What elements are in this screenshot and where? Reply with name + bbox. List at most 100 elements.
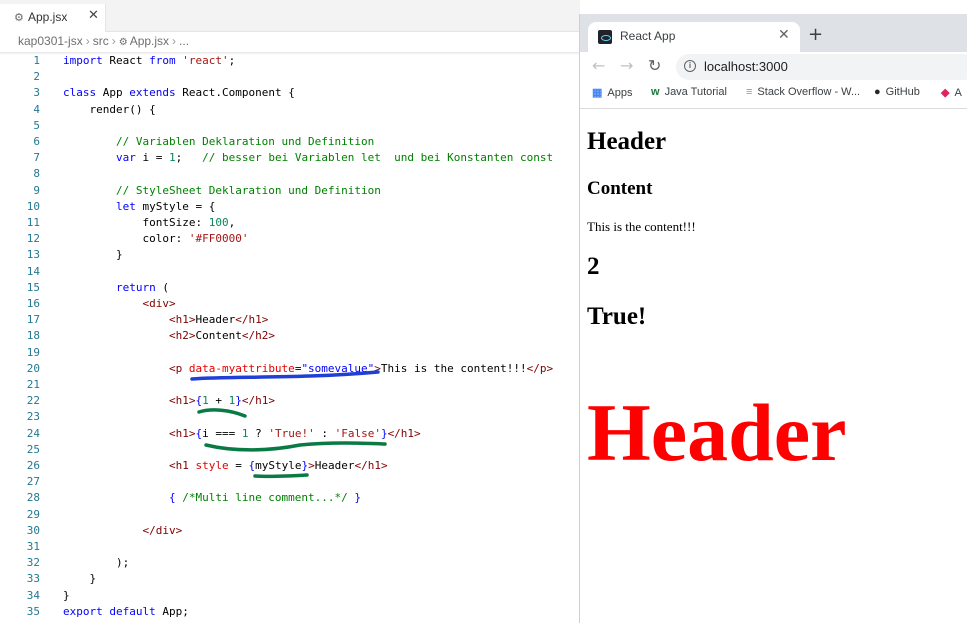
code-line[interactable]: 5 bbox=[0, 118, 580, 134]
gear-icon: ⚙ bbox=[118, 37, 128, 48]
code-line[interactable]: 13 } bbox=[0, 247, 580, 263]
new-tab-button[interactable]: + bbox=[808, 24, 823, 45]
line-number: 18 bbox=[26, 329, 40, 343]
code-line[interactable]: 23 bbox=[0, 409, 580, 425]
code-editor[interactable]: ⚙ App.jsx ✕ kap0301-jsx › src › ⚙ App.jsx ›...… bbox=[0, 0, 580, 623]
editor-tab-bar: ⚙ App.jsx ✕ bbox=[0, 4, 580, 32]
apps-grid-icon: ▦ bbox=[592, 87, 603, 99]
code-line[interactable]: 29 bbox=[0, 507, 580, 523]
line-number: 5 bbox=[33, 118, 40, 132]
line-number: 25 bbox=[26, 442, 40, 456]
code-line[interactable]: 24 <h1>{i === 1 ? 'True!' : 'False'}</h1… bbox=[0, 426, 580, 442]
code-text: return ( bbox=[115, 280, 169, 294]
code-line[interactable]: 21 bbox=[0, 377, 580, 393]
code-line[interactable]: 8 bbox=[0, 166, 580, 182]
rendered-h1-header: Header bbox=[587, 128, 667, 155]
bookmark-github[interactable]: ● GitHub bbox=[874, 86, 920, 98]
code-line[interactable]: 20 <p data-myattribute="somevalue">This … bbox=[0, 361, 580, 377]
info-icon[interactable]: i bbox=[684, 60, 696, 72]
code-line[interactable]: 6 // Variablen Deklaration und Definitio… bbox=[0, 134, 580, 150]
code-line[interactable]: 19 bbox=[0, 345, 580, 361]
code-line[interactable]: 4 render() { bbox=[0, 102, 580, 118]
line-number: 33 bbox=[26, 572, 40, 586]
breadcrumb-item-folder[interactable]: kap0301-jsx bbox=[18, 34, 83, 48]
code-line[interactable]: 31 bbox=[0, 539, 580, 555]
rendered-h1-sum: 2 bbox=[587, 253, 600, 280]
code-line[interactable]: 30 </div> bbox=[0, 523, 580, 539]
code-line[interactable]: 2 bbox=[0, 69, 580, 85]
code-line[interactable]: 15 return ( bbox=[0, 280, 580, 296]
code-line[interactable]: 35 export default App; bbox=[0, 604, 580, 620]
reload-icon[interactable]: ↻ bbox=[648, 56, 661, 75]
code-line[interactable]: 26 <h1 style = {myStyle}>Header</h1> bbox=[0, 458, 580, 474]
code-line[interactable]: 28 { /*Multi line comment...*/ } bbox=[0, 490, 580, 506]
code-line[interactable]: 3 class App extends React.Component { bbox=[0, 85, 580, 101]
chevron-right-icon: › bbox=[85, 34, 90, 48]
line-number: 6 bbox=[33, 135, 40, 148]
line-number: 2 bbox=[33, 70, 40, 84]
bookmark-icon: ◆ bbox=[941, 87, 950, 99]
line-number: 19 bbox=[26, 345, 40, 359]
gear-icon: ⚙ bbox=[14, 11, 24, 24]
browser-window: React App ✕ + ← → ↻ i localhost:3000 ▦ Ap… bbox=[579, 14, 967, 623]
breadcrumb-item-more[interactable]: ... bbox=[179, 34, 189, 48]
bookmark-apps[interactable]: ▦ Apps bbox=[592, 86, 632, 99]
code-text: // StyleSheet Deklaration und Definition bbox=[115, 183, 381, 197]
code-text: import React from 'react'; bbox=[63, 54, 236, 67]
line-number: 7 bbox=[33, 151, 40, 165]
code-text: <h1>{1 + 1}</h1> bbox=[168, 394, 275, 408]
chevron-right-icon: › bbox=[111, 34, 116, 48]
forward-arrow-icon[interactable]: → bbox=[620, 56, 633, 75]
bookmark-java-tutorial[interactable]: w Java Tutorial bbox=[651, 86, 727, 98]
bookmark-stack-overflow[interactable]: ≡ Stack Overflow - W... bbox=[746, 86, 860, 98]
line-number: 3 bbox=[33, 86, 40, 100]
line-number: 30 bbox=[26, 523, 40, 537]
code-text: ); bbox=[63, 556, 130, 570]
browser-tab-react-app[interactable]: React App ✕ bbox=[588, 22, 800, 52]
line-number: 16 bbox=[26, 297, 40, 310]
close-icon[interactable]: ✕ bbox=[778, 27, 790, 43]
code-line[interactable]: 9 // StyleSheet Deklaration und Definiti… bbox=[0, 183, 580, 199]
code-line[interactable]: 33 } bbox=[0, 571, 580, 587]
breadcrumb: kap0301-jsx › src › ⚙ App.jsx ›... bbox=[18, 34, 189, 52]
code-text: } bbox=[63, 572, 97, 586]
code-text: </div> bbox=[142, 523, 183, 537]
stackoverflow-icon: ≡ bbox=[746, 86, 753, 98]
breadcrumb-item-file[interactable]: App.jsx bbox=[130, 34, 169, 48]
rendered-h1-ternary: True! bbox=[587, 303, 647, 330]
code-text: <h2>Content</h2> bbox=[168, 329, 275, 343]
code-line[interactable]: 32 ); bbox=[0, 555, 580, 571]
code-line[interactable]: 22 <h1>{1 + 1}</h1> bbox=[0, 393, 580, 409]
back-arrow-icon[interactable]: ← bbox=[592, 56, 605, 75]
code-line[interactable]: 17 <h1>Header</h1> bbox=[0, 312, 580, 328]
code-line[interactable]: 25 bbox=[0, 442, 580, 458]
rendered-h2-content: Content bbox=[587, 178, 653, 199]
line-number: 17 bbox=[26, 313, 40, 327]
browser-toolbar: ← → ↻ i localhost:3000 bbox=[580, 52, 967, 82]
line-number: 24 bbox=[26, 426, 40, 440]
code-text: <h1>Header</h1> bbox=[168, 313, 269, 327]
code-text: fontSize: 100, bbox=[63, 216, 236, 229]
code-line[interactable]: 16 <div> bbox=[0, 296, 580, 312]
code-line[interactable]: 11 fontSize: 100, bbox=[0, 215, 580, 231]
line-number: 29 bbox=[26, 507, 40, 521]
code-line[interactable]: 27 bbox=[0, 474, 580, 490]
code-text: let myStyle = { bbox=[115, 199, 216, 213]
bookmark-a[interactable]: ◆ A bbox=[941, 86, 962, 99]
code-text: { /*Multi line comment...*/ } bbox=[168, 491, 362, 505]
code-text: var i = 1; // besser bei Variablen let u… bbox=[115, 151, 554, 165]
code-line[interactable]: 14 bbox=[0, 264, 580, 280]
code-line[interactable]: 34} bbox=[0, 588, 580, 604]
code-line[interactable]: 7 var i = 1; // besser bei Variablen let… bbox=[0, 150, 580, 166]
code-line[interactable]: 1 import React from 'react'; bbox=[0, 53, 580, 69]
code-line[interactable]: 10 let myStyle = { bbox=[0, 199, 580, 215]
code-line[interactable]: 12 color: '#FF0000' bbox=[0, 231, 580, 247]
editor-tab-app-jsx[interactable]: ⚙ App.jsx ✕ bbox=[0, 4, 106, 32]
line-number: 32 bbox=[26, 556, 40, 570]
line-number: 15 bbox=[26, 280, 40, 294]
breadcrumb-item-src[interactable]: src bbox=[93, 34, 109, 48]
close-icon[interactable]: ✕ bbox=[88, 8, 99, 23]
code-line[interactable]: 18 <h2>Content</h2> bbox=[0, 328, 580, 344]
address-bar[interactable]: i localhost:3000 bbox=[676, 54, 967, 80]
line-number: 27 bbox=[26, 475, 40, 489]
